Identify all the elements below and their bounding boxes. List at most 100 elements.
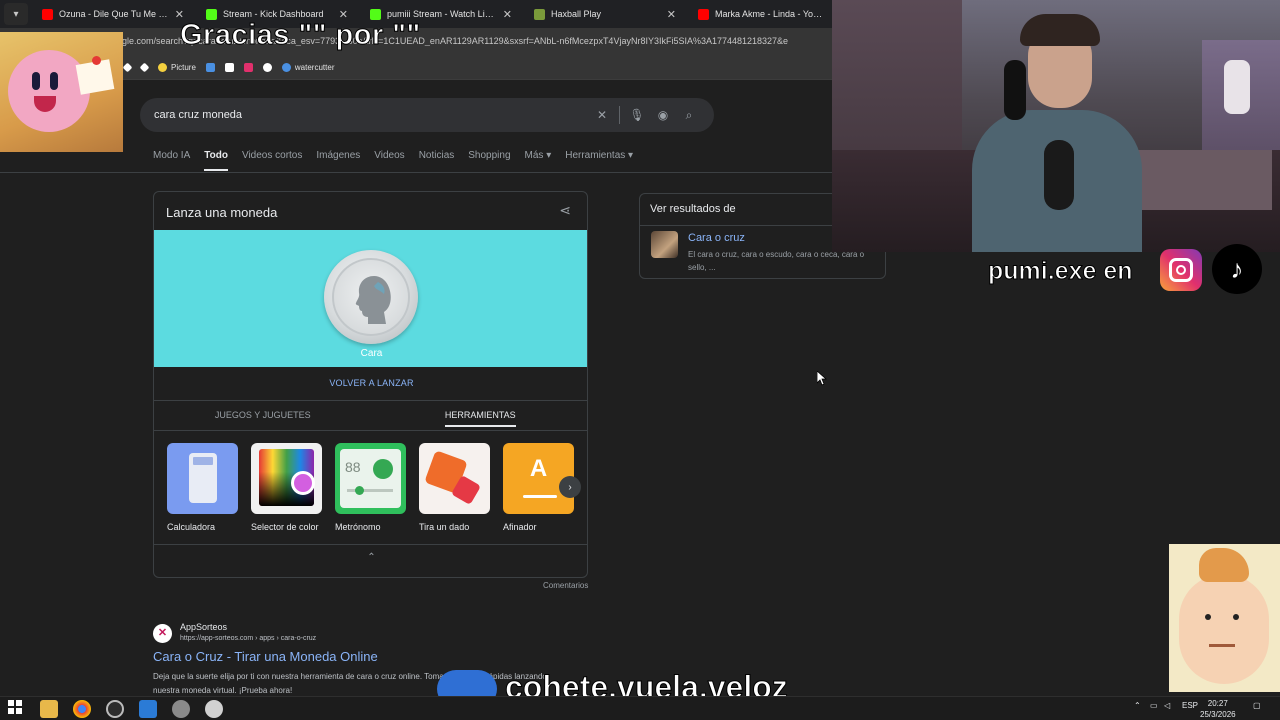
circle-icon <box>262 63 272 72</box>
tool-label: Selector de color <box>251 522 319 532</box>
relaunch-button[interactable]: VOLVER A LANZAR <box>154 378 587 388</box>
divider <box>154 430 587 431</box>
watercutter-icon <box>281 63 291 72</box>
divider <box>619 106 620 124</box>
bookmark-item[interactable] <box>139 62 150 73</box>
tintin-overlay-image <box>1169 544 1280 692</box>
notification-icon[interactable]: ▢ <box>1253 701 1261 710</box>
bookmark-item[interactable]: watercutter <box>281 63 334 72</box>
divider <box>0 172 832 173</box>
thumbnail[interactable] <box>651 231 678 258</box>
chevron-up-icon[interactable]: ⌃ <box>154 552 587 563</box>
bookmark-item[interactable] <box>262 63 272 72</box>
tool-metronome[interactable]: 88 Metrónomo <box>335 443 406 532</box>
coin-area[interactable]: Cara <box>154 230 587 367</box>
windows-taskbar: ⌃ ▭ ◁ ESP 20:27 25/3/2026 ▢ <box>0 696 1280 720</box>
search-input[interactable]: cara cruz moneda <box>154 109 589 121</box>
tab-search-button[interactable]: ▾ <box>4 3 28 25</box>
obs-icon[interactable] <box>106 700 124 718</box>
kick-icon <box>206 8 217 20</box>
youtube-icon <box>42 8 53 20</box>
search-icon[interactable]: ⌕ <box>676 108 702 123</box>
bookmark-item[interactable]: Picture <box>158 63 196 72</box>
result-site[interactable]: AppSorteos <box>180 622 227 632</box>
tool-label: Metrónomo <box>335 522 381 532</box>
nav-videos-cortos[interactable]: Videos cortos <box>242 150 302 171</box>
card-title: Lanza una moneda <box>166 205 278 220</box>
tab-herramientas[interactable]: HERRAMIENTAS <box>372 406 588 430</box>
coin-face <box>332 258 410 336</box>
divider <box>154 400 587 401</box>
metronome-value: 88 <box>345 459 361 475</box>
bookmark-item[interactable] <box>205 63 215 72</box>
nav-modo-ia[interactable]: Modo IA <box>153 150 190 171</box>
diamond-icon <box>122 62 133 73</box>
volume-icon[interactable]: ◁ <box>1164 701 1170 710</box>
tool-calculator[interactable]: Calculadora <box>167 443 238 532</box>
browser-tab[interactable]: Marka Akme - Linda - YouTube ✕ <box>690 1 848 27</box>
pumi-overlay-text: pumi.exe en <box>988 257 1133 286</box>
divider <box>154 544 587 545</box>
app-icon[interactable] <box>172 700 190 718</box>
search-nav: Modo IA Todo Videos cortos Imágenes Vide… <box>153 150 633 171</box>
bookmark-label: Picture <box>171 63 196 72</box>
lens-icon[interactable]: ◉ <box>650 108 676 122</box>
color-picker-icon <box>251 443 322 514</box>
nav-videos[interactable]: Videos <box>374 150 404 171</box>
youtube-icon <box>698 8 709 20</box>
bookmark-item[interactable] <box>122 62 133 73</box>
language-indicator[interactable]: ESP <box>1182 701 1198 710</box>
clock[interactable]: 20:27 25/3/2026 <box>1200 698 1236 720</box>
tab-juegos[interactable]: JUEGOS Y JUGUETES <box>154 406 372 430</box>
file-explorer-icon[interactable] <box>40 700 58 718</box>
coin-result-label: Cara <box>360 348 383 359</box>
tab-title: Ozuna - Dile Que Tu Me Quieres <box>59 9 169 19</box>
result-url[interactable]: https://app-sorteos.com › apps › cara-o-… <box>180 635 316 642</box>
bookmark-item[interactable] <box>243 63 253 72</box>
related-link[interactable]: Cara o cruz <box>688 232 745 244</box>
tool-dice[interactable]: Tira un dado <box>419 443 490 532</box>
nav-noticias[interactable]: Noticias <box>419 150 455 171</box>
instagram-icon <box>1160 249 1202 291</box>
webcam-feed <box>832 0 1280 252</box>
windows-icon <box>205 63 215 72</box>
app-icon[interactable] <box>139 700 157 718</box>
coin-flip-card: Lanza una moneda ⋖ Cara VOLVER A LANZAR … <box>153 191 588 578</box>
close-icon[interactable]: ✕ <box>667 8 676 21</box>
metronome-icon: 88 <box>335 443 406 514</box>
clock-time: 20:27 <box>1207 699 1228 708</box>
nav-shopping[interactable]: Shopping <box>468 150 510 171</box>
browser-tab[interactable]: Haxball Play ✕ <box>526 1 684 27</box>
chevron-right-icon[interactable]: › <box>559 476 581 498</box>
clear-icon[interactable]: ✕ <box>589 108 615 122</box>
nav-mas[interactable]: Más ▾ <box>525 150 552 171</box>
search-box[interactable]: cara cruz moneda ✕ 🎙 ◉ ⌕ <box>140 98 714 132</box>
card-tabs: JUEGOS Y JUGUETES HERRAMIENTAS <box>154 406 588 430</box>
tool-label: Tira un dado <box>419 522 470 532</box>
feedback-link[interactable]: Comentarios <box>543 581 588 590</box>
tab-title: Haxball Play <box>551 9 602 19</box>
nav-herramientas[interactable]: Herramientas ▾ <box>565 150 633 171</box>
network-icon[interactable]: ▭ <box>1150 701 1158 710</box>
app-icon[interactable] <box>205 700 223 718</box>
result-title[interactable]: Cara o Cruz - Tirar una Moneda Online <box>153 649 378 664</box>
share-icon[interactable]: ⋖ <box>559 202 571 219</box>
microphone-icon[interactable]: 🎙 <box>624 108 650 122</box>
picture-icon <box>158 63 167 72</box>
chevron-up-icon[interactable]: ⌃ <box>1134 701 1141 710</box>
tab-title: pumiii Stream - Watch Live on Kick <box>387 9 497 19</box>
close-icon[interactable]: ✕ <box>503 8 512 21</box>
screen: ▾ Ozuna - Dile Que Tu Me Quieres ✕ Strea… <box>0 0 1280 720</box>
browser-tab[interactable]: Ozuna - Dile Que Tu Me Quieres ✕ <box>34 1 192 27</box>
coin[interactable] <box>324 250 418 344</box>
calculator-icon <box>167 443 238 514</box>
bookmark-item[interactable] <box>224 63 234 72</box>
tool-color-picker[interactable]: Selector de color <box>251 443 322 532</box>
tab-label: HERRAMIENTAS <box>444 410 516 427</box>
tools-carousel: Calculadora Selector de color 88 Metróno… <box>167 443 574 532</box>
nav-todo[interactable]: Todo <box>204 150 228 171</box>
tool-label: Calculadora <box>167 522 216 532</box>
start-icon[interactable] <box>8 700 26 718</box>
chrome-icon[interactable] <box>73 700 91 718</box>
nav-imagenes[interactable]: Imágenes <box>316 150 360 171</box>
